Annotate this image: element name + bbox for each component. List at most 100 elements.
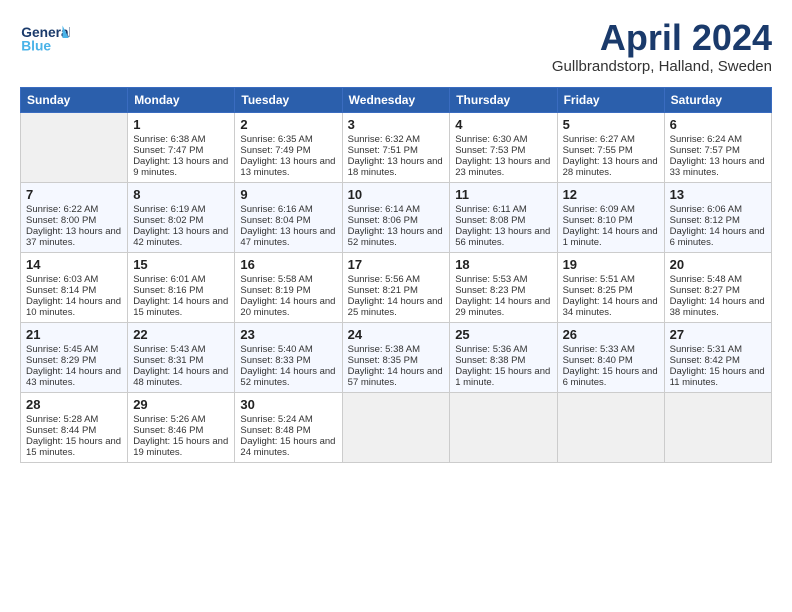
- daylight-text: Daylight: 14 hours and 34 minutes.: [563, 296, 659, 318]
- sunrise-text: Sunrise: 5:40 AM: [240, 344, 336, 355]
- calendar-cell: 14Sunrise: 6:03 AMSunset: 8:14 PMDayligh…: [21, 252, 128, 322]
- calendar-table: SundayMondayTuesdayWednesdayThursdayFrid…: [20, 87, 772, 463]
- daylight-text: Daylight: 14 hours and 10 minutes.: [26, 296, 122, 318]
- sunrise-text: Sunrise: 6:11 AM: [455, 204, 551, 215]
- sunset-text: Sunset: 8:19 PM: [240, 285, 336, 296]
- main-title: April 2024: [552, 18, 772, 58]
- daylight-text: Daylight: 13 hours and 47 minutes.: [240, 226, 336, 248]
- sunset-text: Sunset: 8:40 PM: [563, 355, 659, 366]
- day-number: 21: [26, 327, 122, 342]
- sunset-text: Sunset: 8:02 PM: [133, 215, 229, 226]
- day-number: 30: [240, 397, 336, 412]
- day-number: 22: [133, 327, 229, 342]
- sunset-text: Sunset: 8:08 PM: [455, 215, 551, 226]
- sunset-text: Sunset: 8:46 PM: [133, 425, 229, 436]
- logo-icon: General Blue: [20, 18, 70, 58]
- daylight-text: Daylight: 15 hours and 1 minute.: [455, 366, 551, 388]
- logo: General Blue: [20, 18, 70, 58]
- calendar-cell: 18Sunrise: 5:53 AMSunset: 8:23 PMDayligh…: [450, 252, 557, 322]
- sunrise-text: Sunrise: 5:31 AM: [670, 344, 766, 355]
- daylight-text: Daylight: 15 hours and 24 minutes.: [240, 436, 336, 458]
- calendar-week-row: 28Sunrise: 5:28 AMSunset: 8:44 PMDayligh…: [21, 392, 772, 462]
- day-number: 20: [670, 257, 766, 272]
- sunrise-text: Sunrise: 6:27 AM: [563, 134, 659, 145]
- calendar-cell: [450, 392, 557, 462]
- day-number: 19: [563, 257, 659, 272]
- calendar-cell: 10Sunrise: 6:14 AMSunset: 8:06 PMDayligh…: [342, 182, 450, 252]
- calendar-cell: 1Sunrise: 6:38 AMSunset: 7:47 PMDaylight…: [128, 112, 235, 182]
- calendar-cell: 13Sunrise: 6:06 AMSunset: 8:12 PMDayligh…: [664, 182, 771, 252]
- daylight-text: Daylight: 14 hours and 43 minutes.: [26, 366, 122, 388]
- daylight-text: Daylight: 13 hours and 56 minutes.: [455, 226, 551, 248]
- title-block: April 2024 Gullbrandstorp, Halland, Swed…: [552, 18, 772, 75]
- day-number: 2: [240, 117, 336, 132]
- header-row: SundayMondayTuesdayWednesdayThursdayFrid…: [21, 87, 772, 112]
- calendar-cell: 15Sunrise: 6:01 AMSunset: 8:16 PMDayligh…: [128, 252, 235, 322]
- sunrise-text: Sunrise: 6:30 AM: [455, 134, 551, 145]
- sunrise-text: Sunrise: 6:03 AM: [26, 274, 122, 285]
- sunrise-text: Sunrise: 6:32 AM: [348, 134, 445, 145]
- calendar-cell: 9Sunrise: 6:16 AMSunset: 8:04 PMDaylight…: [235, 182, 342, 252]
- daylight-text: Daylight: 13 hours and 52 minutes.: [348, 226, 445, 248]
- subtitle: Gullbrandstorp, Halland, Sweden: [552, 58, 772, 75]
- sunset-text: Sunset: 8:04 PM: [240, 215, 336, 226]
- sunset-text: Sunset: 8:00 PM: [26, 215, 122, 226]
- sunset-text: Sunset: 7:51 PM: [348, 145, 445, 156]
- daylight-text: Daylight: 14 hours and 20 minutes.: [240, 296, 336, 318]
- daylight-text: Daylight: 14 hours and 38 minutes.: [670, 296, 766, 318]
- daylight-text: Daylight: 13 hours and 28 minutes.: [563, 156, 659, 178]
- weekday-header: Saturday: [664, 87, 771, 112]
- daylight-text: Daylight: 14 hours and 29 minutes.: [455, 296, 551, 318]
- day-number: 4: [455, 117, 551, 132]
- calendar-cell: 29Sunrise: 5:26 AMSunset: 8:46 PMDayligh…: [128, 392, 235, 462]
- day-number: 17: [348, 257, 445, 272]
- day-number: 26: [563, 327, 659, 342]
- sunrise-text: Sunrise: 5:58 AM: [240, 274, 336, 285]
- day-number: 13: [670, 187, 766, 202]
- calendar-cell: [342, 392, 450, 462]
- sunset-text: Sunset: 8:23 PM: [455, 285, 551, 296]
- daylight-text: Daylight: 13 hours and 33 minutes.: [670, 156, 766, 178]
- sunset-text: Sunset: 8:06 PM: [348, 215, 445, 226]
- sunrise-text: Sunrise: 6:19 AM: [133, 204, 229, 215]
- sunset-text: Sunset: 8:33 PM: [240, 355, 336, 366]
- sunset-text: Sunset: 8:42 PM: [670, 355, 766, 366]
- calendar-cell: 24Sunrise: 5:38 AMSunset: 8:35 PMDayligh…: [342, 322, 450, 392]
- daylight-text: Daylight: 14 hours and 52 minutes.: [240, 366, 336, 388]
- calendar-cell: 21Sunrise: 5:45 AMSunset: 8:29 PMDayligh…: [21, 322, 128, 392]
- header: General Blue April 2024 Gullbrandstorp, …: [20, 18, 772, 75]
- sunrise-text: Sunrise: 5:56 AM: [348, 274, 445, 285]
- calendar-cell: 3 Sunrise: 6:32 AMSunset: 7:51 PMDaylight…: [342, 112, 450, 182]
- calendar-cell: 4Sunrise: 6:30 AMSunset: 7:53 PMDaylight…: [450, 112, 557, 182]
- calendar-cell: 28Sunrise: 5:28 AMSunset: 8:44 PMDayligh…: [21, 392, 128, 462]
- calendar-cell: 8Sunrise: 6:19 AMSunset: 8:02 PMDaylight…: [128, 182, 235, 252]
- calendar-cell: 17Sunrise: 5:56 AMSunset: 8:21 PMDayligh…: [342, 252, 450, 322]
- calendar-cell: 25Sunrise: 5:36 AMSunset: 8:38 PMDayligh…: [450, 322, 557, 392]
- sunrise-text: Sunrise: 5:51 AM: [563, 274, 659, 285]
- sunset-text: Sunset: 8:29 PM: [26, 355, 122, 366]
- weekday-header: Thursday: [450, 87, 557, 112]
- daylight-text: Daylight: 13 hours and 37 minutes.: [26, 226, 122, 248]
- sunrise-text: Sunrise: 6:06 AM: [670, 204, 766, 215]
- daylight-text: Daylight: 15 hours and 19 minutes.: [133, 436, 229, 458]
- sunset-text: Sunset: 7:49 PM: [240, 145, 336, 156]
- weekday-header: Sunday: [21, 87, 128, 112]
- sunset-text: Sunset: 8:27 PM: [670, 285, 766, 296]
- daylight-text: Daylight: 13 hours and 9 minutes.: [133, 156, 229, 178]
- calendar-cell: 19 Sunrise: 5:51 AMSunset: 8:25 PMDayligh…: [557, 252, 664, 322]
- calendar-week-row: 21Sunrise: 5:45 AMSunset: 8:29 PMDayligh…: [21, 322, 772, 392]
- sunset-text: Sunset: 7:55 PM: [563, 145, 659, 156]
- day-number: 25: [455, 327, 551, 342]
- sunset-text: Sunset: 8:44 PM: [26, 425, 122, 436]
- calendar-week-row: 7Sunrise: 6:22 AMSunset: 8:00 PMDaylight…: [21, 182, 772, 252]
- day-number: 16: [240, 257, 336, 272]
- day-number: 3: [348, 117, 445, 132]
- calendar-cell: 27Sunrise: 5:31 AMSunset: 8:42 PMDayligh…: [664, 322, 771, 392]
- daylight-text: Daylight: 13 hours and 18 minutes.: [348, 156, 445, 178]
- sunrise-text: Sunrise: 5:43 AM: [133, 344, 229, 355]
- sunrise-text: Sunrise: 6:22 AM: [26, 204, 122, 215]
- sunset-text: Sunset: 8:25 PM: [563, 285, 659, 296]
- day-number: 18: [455, 257, 551, 272]
- sunrise-text: Sunrise: 5:38 AM: [348, 344, 445, 355]
- day-number: 23: [240, 327, 336, 342]
